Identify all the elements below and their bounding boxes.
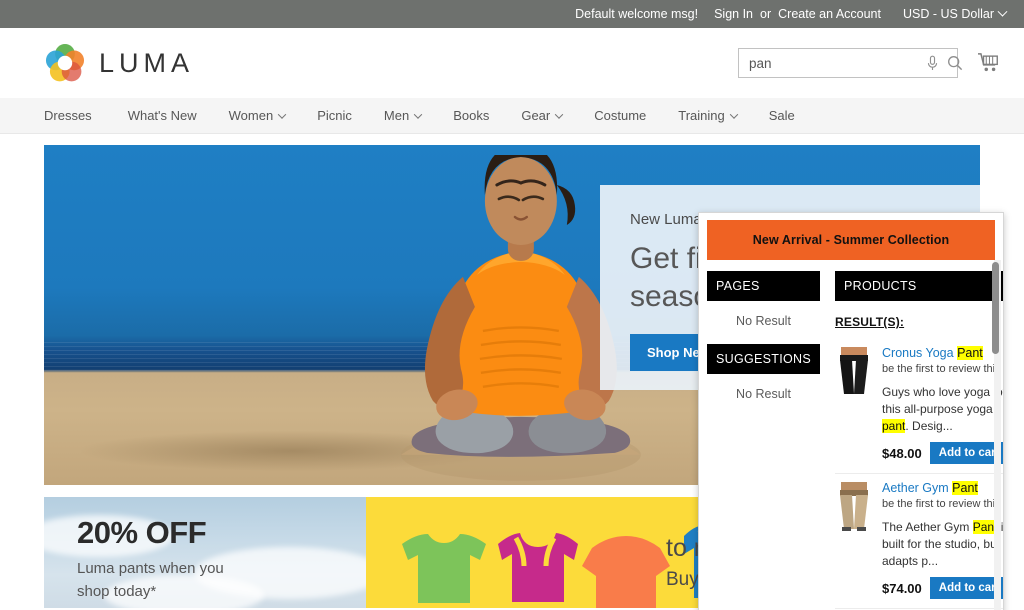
pages-no-result: No Result	[736, 314, 791, 328]
currency-label: USD - US Dollar	[903, 7, 994, 21]
main-navigation: Dresses What's New Women Picnic Men Book…	[0, 98, 1024, 134]
sign-in-link[interactable]: Sign In	[714, 7, 753, 21]
nav-item-training[interactable]: Training	[662, 98, 752, 133]
nav-item-picnic[interactable]: Picnic	[301, 98, 368, 133]
chevron-down-icon	[729, 109, 738, 119]
nav-label: Dresses	[44, 108, 92, 123]
product-info: Aether Gym Pant be the first to review t…	[882, 480, 1003, 599]
luma-ring-logo-icon	[45, 43, 85, 82]
magnifier-icon[interactable]	[947, 55, 963, 71]
dropdown-scrollbar-thumb[interactable]	[992, 262, 999, 354]
dropdown-top-banner[interactable]: New Arrival - Summer Collection	[707, 220, 995, 260]
shopping-cart-icon	[978, 53, 998, 72]
product-description: Guys who love yoga love this all-purpose…	[882, 385, 1003, 433]
product-actions: $48.00 Add to cart	[882, 442, 1003, 464]
product-thumbnail-icon	[840, 482, 868, 531]
nav-item-sale[interactable]: Sale	[753, 98, 811, 133]
utility-topbar: Default welcome msg! Sign In or Create a…	[0, 0, 1024, 28]
nav-item-whats-new[interactable]: What's New	[112, 98, 213, 133]
search-autocomplete-dropdown[interactable]: New Arrival - Summer Collection PAGES No…	[698, 212, 1004, 610]
nav-item-men[interactable]: Men	[368, 98, 437, 133]
product-result-item[interactable]: Aether Gym Pant be the first to review t…	[835, 474, 1003, 609]
product-review-text: be the first to review this pro	[882, 363, 1003, 375]
product-thumbnail-icon	[840, 347, 868, 394]
welcome-message: Default welcome msg!	[575, 7, 699, 21]
promo-headline: 20% OFF	[77, 515, 207, 550]
search-term-highlight: Pant	[952, 481, 978, 495]
nav-item-costume[interactable]: Costume	[578, 98, 662, 133]
search-box[interactable]	[738, 48, 963, 78]
nav-label: Gear	[521, 108, 551, 123]
nav-label: Men	[383, 108, 410, 123]
search-term-highlight: pant	[882, 419, 906, 433]
dropdown-left-column: PAGES No Result SUGGESTIONS No Result	[707, 271, 820, 610]
results-label: RESULT(S):	[835, 315, 905, 329]
suggestions-no-result: No Result	[736, 387, 791, 401]
dropdown-products-column: PRODUCTS RESULT(S): Cronus Yoga Pant be …	[820, 271, 1003, 610]
logo-text: LUMA	[99, 47, 195, 78]
product-description: The Aether Gym Pant is built for the stu…	[882, 520, 1003, 568]
chevron-down-icon	[413, 109, 423, 119]
nav-label: Women	[228, 108, 274, 123]
products-header: PRODUCTS	[835, 271, 1003, 301]
chevron-down-icon	[277, 109, 287, 119]
microphone-icon[interactable]	[926, 55, 939, 72]
site-header: LUMA	[0, 28, 1024, 98]
nav-label: Books	[453, 108, 490, 123]
nav-item-books[interactable]: Books	[437, 98, 505, 133]
product-name[interactable]: Cronus Yoga Pant	[882, 345, 1003, 361]
nav-label: Picnic	[317, 108, 352, 123]
main-content: New Luma Yoga Collection Get fit and loo…	[0, 134, 1024, 610]
product-price: $48.00	[882, 445, 922, 461]
header-right-group	[738, 46, 1006, 80]
promo-sub: Luma pants when you shop today*	[77, 557, 366, 603]
search-icon-group	[926, 55, 963, 72]
product-review-text: be the first to review this pro	[882, 498, 1003, 510]
nav-item-women[interactable]: Women	[213, 98, 302, 133]
promo-sub-line1: Luma pants when you	[77, 560, 224, 577]
add-to-cart-button[interactable]: Add to cart	[929, 442, 1003, 464]
pages-header: PAGES	[707, 271, 820, 301]
or-separator: or	[760, 7, 772, 21]
nav-item-dresses[interactable]: Dresses	[44, 98, 112, 133]
nav-label: Sale	[768, 108, 795, 123]
suggestions-header: SUGGESTIONS	[707, 344, 820, 374]
nav-item-gear[interactable]: Gear	[505, 98, 578, 133]
nav-label: What's New	[127, 108, 197, 123]
nav-label: Training	[678, 108, 725, 123]
promo-20-percent-off[interactable]: 20% OFF Luma pants when you shop today*	[44, 497, 366, 608]
promo-left-text: 20% OFF Luma pants when you shop today*	[44, 497, 366, 603]
promo-sub-line2: shop today*	[77, 583, 157, 600]
product-name[interactable]: Aether Gym Pant	[882, 480, 1003, 496]
nav-label: Costume	[594, 108, 647, 123]
create-account-link[interactable]: Create an Account	[778, 7, 881, 21]
chevron-down-icon	[997, 6, 1008, 17]
chevron-down-icon	[554, 109, 564, 119]
dropdown-body: PAGES No Result SUGGESTIONS No Result PR…	[699, 260, 1003, 610]
product-result-item[interactable]: Cronus Yoga Pant be the first to review …	[835, 339, 1003, 474]
search-term-highlight: Pant	[957, 346, 983, 360]
dropdown-scrollbar-track[interactable]	[992, 260, 1001, 610]
search-input[interactable]	[749, 55, 926, 71]
currency-switcher[interactable]: USD - US Dollar	[903, 6, 1008, 21]
add-to-cart-button[interactable]: Add to cart	[929, 577, 1003, 599]
product-actions: $74.00 Add to cart	[882, 577, 1003, 599]
logo[interactable]: LUMA	[44, 42, 194, 84]
product-price: $74.00	[882, 580, 922, 596]
product-info: Cronus Yoga Pant be the first to review …	[882, 345, 1003, 464]
cart-button[interactable]	[972, 46, 1006, 80]
